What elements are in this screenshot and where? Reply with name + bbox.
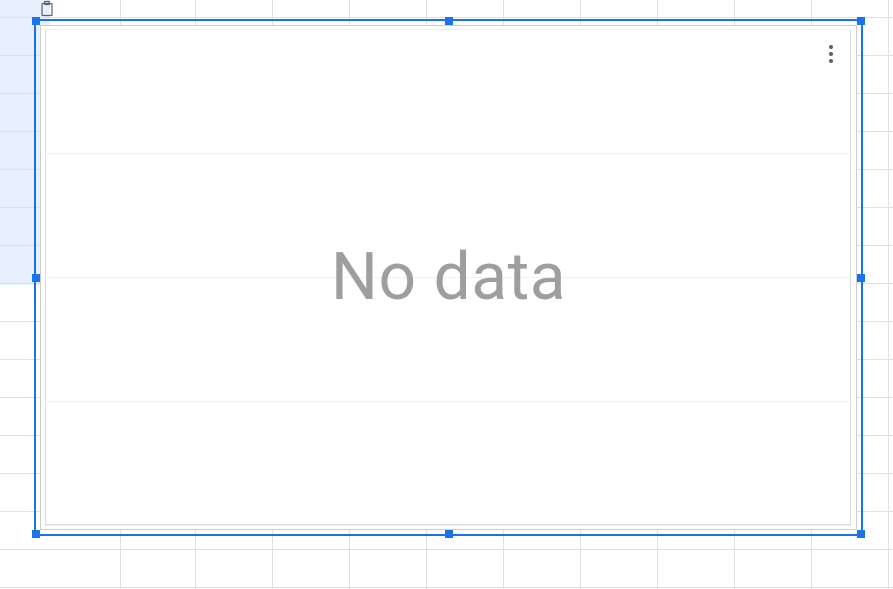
chart-body[interactable]: No data: [40, 25, 857, 530]
resize-handle-n[interactable]: [445, 17, 453, 25]
resize-handle-nw[interactable]: [32, 17, 40, 25]
resize-handle-w[interactable]: [32, 274, 40, 282]
chart-selection[interactable]: No data: [36, 21, 861, 534]
chart-plot-area: [45, 29, 851, 525]
resize-handle-se[interactable]: [857, 530, 865, 538]
more-vert-icon: [829, 45, 833, 63]
resize-handle-sw[interactable]: [32, 530, 40, 538]
chart-more-menu-button[interactable]: [819, 42, 843, 66]
resize-handle-s[interactable]: [445, 530, 453, 538]
resize-handle-ne[interactable]: [857, 17, 865, 25]
resize-handle-e[interactable]: [857, 274, 865, 282]
clipboard-icon[interactable]: [38, 0, 56, 18]
